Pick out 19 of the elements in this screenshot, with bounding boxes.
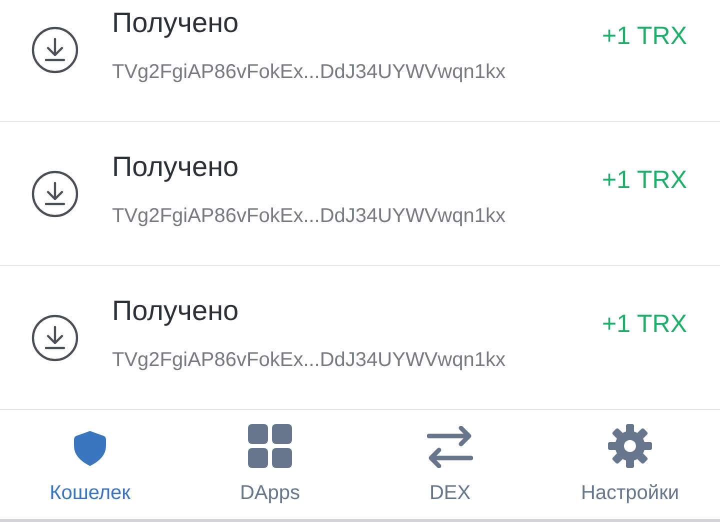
download-icon — [31, 26, 79, 74]
transaction-amount: +1 TRX — [602, 22, 687, 51]
transaction-title: Получено — [112, 151, 240, 183]
transaction-amount: +1 TRX — [602, 310, 687, 339]
grid-icon — [248, 424, 292, 468]
tab[interactable]: Кошелек — [0, 410, 180, 519]
tab[interactable]: Настройки — [540, 410, 720, 519]
transaction-address: TVg2FgiAP86vFokEx...DdJ34UYWVwqn1kx — [112, 61, 506, 84]
settings-icon — [608, 424, 652, 468]
transaction-address: TVg2FgiAP86vFokEx...DdJ34UYWVwqn1kx — [112, 349, 506, 372]
swap-arrows-icon — [427, 426, 473, 468]
tab[interactable]: DApps — [180, 410, 360, 519]
transaction-amount: +1 TRX — [602, 166, 687, 195]
download-icon — [31, 314, 79, 362]
tab[interactable]: DEX — [360, 410, 540, 519]
transaction-title: Получено — [112, 7, 240, 39]
transaction-title: Получено — [112, 295, 240, 327]
transaction-address: TVg2FgiAP86vFokEx...DdJ34UYWVwqn1kx — [112, 205, 506, 228]
download-icon — [31, 170, 79, 218]
